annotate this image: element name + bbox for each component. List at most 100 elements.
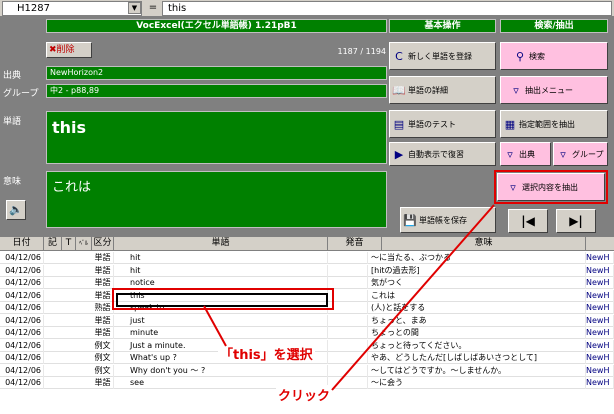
save-wordbook-button[interactable]: 💾 単語帳を保存: [400, 207, 496, 233]
search-extract-header: 検索/抽出: [500, 19, 608, 33]
cell-meaning[interactable]: これは: [368, 289, 586, 302]
cell-word[interactable]: just: [114, 314, 328, 327]
col-word[interactable]: 単語: [114, 237, 328, 251]
register-label: 新しく単語を登録: [408, 51, 472, 61]
col-meaning[interactable]: 意味: [382, 237, 586, 251]
cell-meaning[interactable]: ～に会う: [368, 377, 586, 389]
cell-meaning[interactable]: 気がつく: [368, 277, 586, 289]
extract-menu-button[interactable]: ▿ 抽出メニュー: [500, 76, 608, 104]
app-title: VocExcel(エクセル単語帳) 1.21pB1: [46, 19, 387, 33]
cell-type[interactable]: 単語: [92, 314, 114, 327]
cell-date[interactable]: 04/12/06: [0, 364, 44, 377]
cell-date[interactable]: 04/12/06: [0, 277, 44, 289]
cell-type[interactable]: 単語: [92, 327, 114, 339]
cell-pron[interactable]: [328, 364, 368, 377]
source-field[interactable]: NewHorizon2: [46, 66, 387, 80]
cell-source[interactable]: NewH: [586, 252, 614, 264]
cell-type[interactable]: 単語: [92, 377, 114, 389]
col-type[interactable]: 区分: [92, 237, 114, 251]
extract-by-source-button[interactable]: ▿ 出典: [500, 142, 551, 166]
speaker-icon[interactable]: 🔈: [6, 200, 26, 220]
cell-type[interactable]: 単語: [92, 252, 114, 264]
cell-pron[interactable]: [328, 289, 368, 302]
skip-last-icon: ▶|: [569, 214, 583, 228]
cell-word[interactable]: hit: [114, 264, 328, 277]
first-record-button[interactable]: |◀: [508, 209, 548, 233]
table-row[interactable]: 04/12/06 単語 hit ～に当たる、ぶつかる NewH: [0, 252, 614, 264]
cell-meaning[interactable]: [hitの過去形]: [368, 264, 586, 277]
cell-meaning[interactable]: やあ、どうしたんだ[しばしばあいさつとして]: [368, 352, 586, 364]
cell-date[interactable]: 04/12/06: [0, 264, 44, 277]
cell-meaning[interactable]: ちょっとの間: [368, 327, 586, 339]
word-detail-button[interactable]: 📖 単語の詳細: [389, 76, 496, 104]
cell-type[interactable]: 単語: [92, 277, 114, 289]
group-field[interactable]: 中2 - p88,89: [46, 84, 387, 98]
table-row[interactable]: 04/12/06 単語 minute ちょっとの間 NewH: [0, 327, 614, 339]
cell-type[interactable]: 熟語: [92, 302, 114, 314]
col-mark[interactable]: 記: [44, 237, 62, 251]
cell-date[interactable]: 04/12/06: [0, 289, 44, 302]
range-icon: ▦: [504, 117, 516, 131]
cell-meaning[interactable]: ちょっと、まあ: [368, 314, 586, 327]
cell-pron[interactable]: [328, 264, 368, 277]
cell-date[interactable]: 04/12/06: [0, 339, 44, 352]
cell-date[interactable]: 04/12/06: [0, 327, 44, 339]
cell-source[interactable]: NewH: [586, 327, 614, 339]
cell-date[interactable]: 04/12/06: [0, 352, 44, 364]
cell-source[interactable]: NewH: [586, 314, 614, 327]
cell-pron[interactable]: [328, 277, 368, 289]
name-box[interactable]: H1287: [2, 1, 142, 16]
cell-pron[interactable]: [328, 339, 368, 352]
cell-date[interactable]: 04/12/06: [0, 377, 44, 389]
col-t[interactable]: T: [62, 237, 76, 251]
cell-word[interactable]: minute: [114, 327, 328, 339]
cell-word[interactable]: hit: [114, 252, 328, 264]
cell-date[interactable]: 04/12/06: [0, 252, 44, 264]
cell-pron[interactable]: [328, 327, 368, 339]
cell-type[interactable]: 単語: [92, 264, 114, 277]
cell-pron[interactable]: [328, 352, 368, 364]
col-pron[interactable]: 発音: [328, 237, 382, 251]
formula-input[interactable]: this: [162, 1, 612, 16]
delete-button[interactable]: ✖削除: [46, 42, 92, 58]
cell-source[interactable]: NewH: [586, 352, 614, 364]
extract-by-group-button[interactable]: ▿ グループ: [553, 142, 608, 166]
cell-source[interactable]: NewH: [586, 277, 614, 289]
cell-pron[interactable]: [328, 377, 368, 389]
cell-meaning[interactable]: (人)と話をする: [368, 302, 586, 314]
col-level[interactable]: ﾍﾞﾙ: [76, 237, 92, 251]
last-record-button[interactable]: ▶|: [556, 209, 596, 233]
cell-meaning[interactable]: ～してはどうですか。～しませんか。: [368, 364, 586, 377]
col-date[interactable]: 日付: [0, 237, 44, 251]
cell-source[interactable]: NewH: [586, 364, 614, 377]
cell-type[interactable]: 例文: [92, 339, 114, 352]
chevron-down-icon[interactable]: ▼: [128, 2, 141, 14]
cell-type[interactable]: 単語: [92, 289, 114, 302]
cell-source[interactable]: NewH: [586, 377, 614, 389]
cell-pron[interactable]: [328, 252, 368, 264]
cell-pron[interactable]: [328, 314, 368, 327]
search-button[interactable]: ⚲ 検索: [500, 42, 608, 70]
register-word-button[interactable]: C 新しく単語を登録: [389, 42, 496, 70]
auto-review-button[interactable]: ▶ 自動表示で復習: [389, 142, 496, 166]
table-row[interactable]: 04/12/06 単語 just ちょっと、まあ NewH: [0, 314, 614, 327]
word-field[interactable]: this: [46, 111, 387, 164]
cell-meaning[interactable]: ～に当たる、ぶつかる: [368, 252, 586, 264]
cell-date[interactable]: 04/12/06: [0, 314, 44, 327]
cell-source[interactable]: NewH: [586, 339, 614, 352]
table-row[interactable]: 04/12/06 例文 Why don't you ～ ? ～してはどうですか。～しま…: [0, 364, 614, 377]
cell-type[interactable]: 例文: [92, 352, 114, 364]
meaning-field[interactable]: これは: [46, 171, 387, 228]
by-source-label: 出典: [519, 149, 535, 159]
cell-pron[interactable]: [328, 302, 368, 314]
cell-source[interactable]: NewH: [586, 302, 614, 314]
cell-type[interactable]: 例文: [92, 364, 114, 377]
cell-date[interactable]: 04/12/06: [0, 302, 44, 314]
cell-word[interactable]: Why don't you ～ ?: [114, 364, 328, 377]
table-row[interactable]: 04/12/06 単語 hit [hitの過去形] NewH: [0, 264, 614, 277]
cell-source[interactable]: NewH: [586, 264, 614, 277]
word-test-button[interactable]: ▤ 単語のテスト: [389, 110, 496, 138]
extract-range-button[interactable]: ▦ 指定範囲を抽出: [500, 110, 608, 138]
cell-source[interactable]: NewH: [586, 289, 614, 302]
cell-meaning[interactable]: ちょっと待ってください。: [368, 339, 586, 352]
